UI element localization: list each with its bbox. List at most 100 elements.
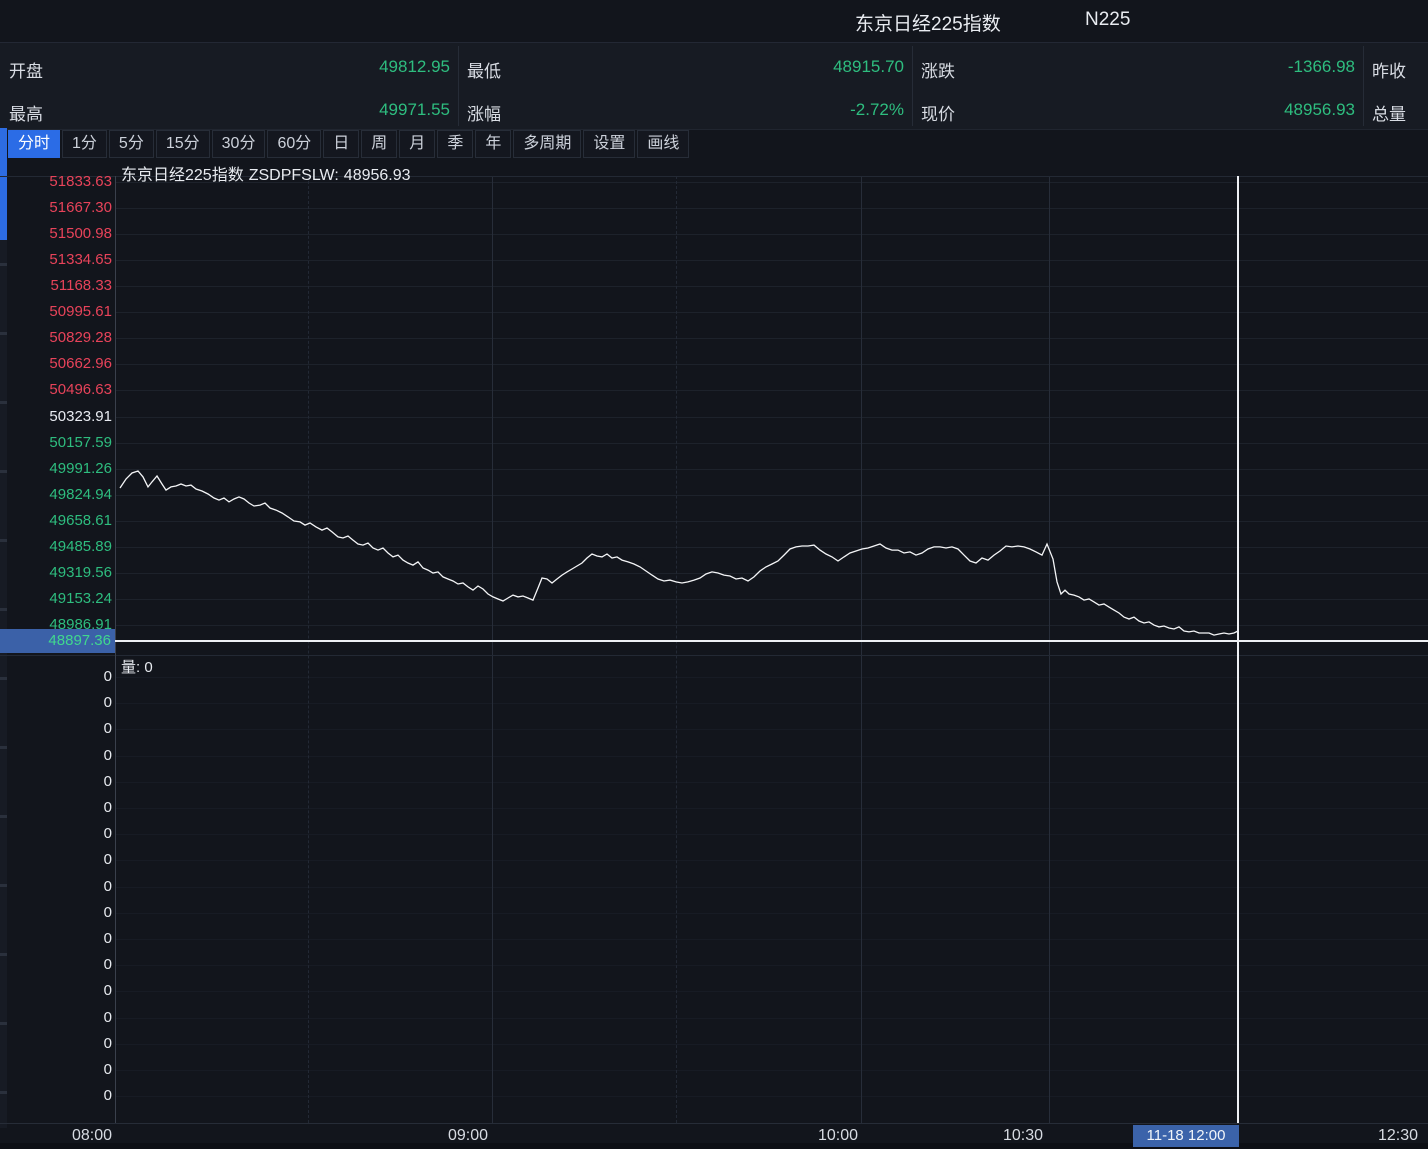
price-axis-label: 49824.94	[4, 486, 112, 504]
gridline-h-volume	[115, 1070, 1428, 1071]
crosshair-vertical-line[interactable]	[1237, 176, 1239, 1123]
price-axis-label: 49485.89	[4, 538, 112, 556]
volume-axis-label: 0	[4, 1035, 112, 1053]
volume-axis-label: 0	[4, 720, 112, 738]
crosshair-horizontal-line[interactable]	[115, 640, 1428, 642]
price-axis-label: 50829.28	[4, 329, 112, 347]
volume-axis-label: 0	[4, 668, 112, 686]
price-axis-label: 49319.56	[4, 564, 112, 582]
instrument-symbol: N225	[1085, 9, 1130, 31]
price-axis-label: 50323.91	[4, 408, 112, 426]
stat-value: 48956.93	[972, 100, 1355, 120]
gridline-h-volume	[115, 887, 1428, 888]
tab-year[interactable]: 年	[475, 130, 511, 158]
price-axis-label: 50995.61	[4, 303, 112, 321]
tab-quarter[interactable]: 季	[437, 130, 473, 158]
volume-axis-label: 0	[4, 825, 112, 843]
price-line	[120, 471, 1238, 635]
price-pane-bottom-border	[0, 655, 1428, 656]
stat-label: 涨跌	[921, 57, 955, 82]
volume-axis-label: 0	[4, 773, 112, 791]
stat-label: 昨收	[1372, 57, 1406, 82]
tab-1min[interactable]: 1分	[62, 130, 107, 158]
gridline-h-volume	[115, 703, 1428, 704]
price-axis-label: 51334.65	[4, 251, 112, 269]
crosshair-price-tag: 48897.36	[0, 629, 115, 653]
overlay-code: ZSDPFSLW:	[249, 167, 339, 184]
tab-30min[interactable]: 30分	[212, 130, 266, 158]
header-bar: 东京日经225指数 N225	[0, 0, 1428, 42]
volume-axis-label: 0	[4, 694, 112, 712]
gridline-h-volume	[115, 808, 1428, 809]
stat-label: 最高	[9, 100, 43, 125]
stat-label: 最低	[467, 57, 501, 82]
volume-axis-label: 0	[4, 1087, 112, 1105]
tab-week[interactable]: 周	[361, 130, 397, 158]
gridline-h-volume	[115, 1044, 1428, 1045]
price-axis-label: 49658.61	[4, 512, 112, 530]
volume-axis-label: 0	[4, 904, 112, 922]
price-axis-label: 51833.63	[4, 173, 112, 191]
tab-month[interactable]: 月	[399, 130, 435, 158]
period-toolbar: 分时1分5分15分30分60分日周月季年多周期设置画线	[8, 130, 691, 158]
price-line-svg	[115, 176, 1428, 655]
stat-label: 开盘	[9, 57, 43, 82]
instrument-title: 东京日经225指数	[855, 9, 1001, 36]
price-axis-label: 50496.63	[4, 381, 112, 399]
tab-60min[interactable]: 60分	[267, 130, 321, 158]
overlay-instrument-name: 东京日经225指数	[121, 167, 244, 184]
volume-axis-label: 0	[4, 851, 112, 869]
stat-label: 总量	[1372, 100, 1406, 125]
volume-value-label: 量: 0	[121, 656, 153, 677]
app-window: 东京日经225指数 N225 开盘 49812.95 最高 49971.55 最低 489…	[0, 0, 1428, 1149]
volume-pane-bottom-border	[0, 1123, 1428, 1124]
price-axis-label: 50662.96	[4, 355, 112, 373]
gridline-h-volume	[115, 782, 1428, 783]
gridline-h-volume	[115, 939, 1428, 940]
stat-label: 现价	[921, 100, 955, 125]
price-axis-label: 50157.59	[4, 434, 112, 452]
volume-axis-label: 0	[4, 956, 112, 974]
overlay-price: 48956.93	[344, 167, 411, 184]
gridline-h-volume	[115, 1096, 1428, 1097]
crosshair-time-tag: 11-18 12:00	[1133, 1125, 1239, 1147]
price-axis-label: 49153.24	[4, 590, 112, 608]
volume-axis-label: 0	[4, 747, 112, 765]
tab-timeline[interactable]: 分时	[8, 130, 60, 158]
gridline-h-volume	[115, 965, 1428, 966]
stat-value: 49971.55	[60, 100, 450, 120]
tab-settings[interactable]: 设置	[583, 130, 635, 158]
volume-axis-label: 0	[4, 1009, 112, 1027]
volume-axis-label: 0	[4, 1061, 112, 1079]
stats-divider	[1363, 46, 1364, 126]
gridline-h-volume	[115, 834, 1428, 835]
gridline-h-volume	[115, 860, 1428, 861]
stats-divider	[458, 46, 459, 126]
gridline-h-volume	[115, 991, 1428, 992]
gridline-h-volume	[115, 756, 1428, 757]
price-axis-label: 51168.33	[4, 277, 112, 295]
price-axis-label: 49991.26	[4, 460, 112, 478]
chart-overlay-title: 东京日经225指数 ZSDPFSLW: 48956.93	[121, 161, 416, 185]
tab-draw-line[interactable]: 画线	[637, 130, 689, 158]
stat-value: 49812.95	[60, 57, 450, 77]
stat-value: -2.72%	[518, 100, 904, 120]
volume-axis-label: 0	[4, 878, 112, 896]
stats-divider	[912, 46, 913, 126]
price-axis-label: 51667.30	[4, 199, 112, 217]
volume-axis-label: 0	[4, 930, 112, 948]
price-axis-label: 51500.98	[4, 225, 112, 243]
gridline-h-volume	[115, 677, 1428, 678]
gridline-h-volume	[115, 729, 1428, 730]
tab-day[interactable]: 日	[323, 130, 359, 158]
volume-axis-label: 0	[4, 982, 112, 1000]
tab-multi-period[interactable]: 多周期	[513, 130, 581, 158]
stats-bar: 开盘49812.95最高49971.55最低48915.70涨幅-2.72%涨跌…	[0, 42, 1428, 130]
tab-15min[interactable]: 15分	[156, 130, 210, 158]
stat-value: -1366.98	[972, 57, 1355, 77]
tab-5min[interactable]: 5分	[109, 130, 154, 158]
gridline-h-volume	[115, 913, 1428, 914]
stat-label: 涨幅	[467, 100, 501, 125]
gridline-h-volume	[115, 1018, 1428, 1019]
volume-axis-label: 0	[4, 799, 112, 817]
